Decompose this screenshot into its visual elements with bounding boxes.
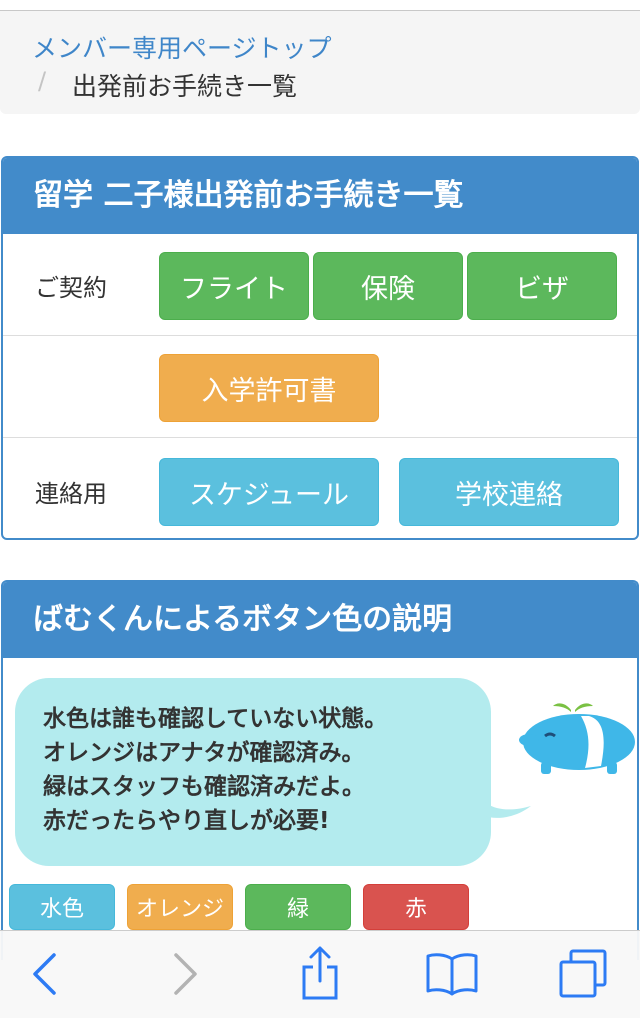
schedule-button[interactable]: スケジュール [159, 458, 379, 526]
explanation-line: 赤だったらやり直しが必要! [43, 808, 330, 834]
tabs-icon [559, 949, 607, 998]
legend-orange-button: オレンジ [127, 884, 233, 930]
row-admission: 入学許可書 [3, 336, 637, 438]
back-button[interactable] [24, 949, 64, 999]
row-label-contract: ご契約 [35, 274, 107, 302]
procedures-panel-title: 留学 二子様出発前お手続き一覧 [3, 158, 637, 234]
explanation-line: 水色は誰も確認していない状態。 [43, 706, 388, 732]
mascot-tapir-icon [519, 703, 635, 774]
legend-cyan-button: 水色 [9, 884, 115, 930]
share-button[interactable] [298, 943, 342, 1003]
chevron-right-icon [174, 953, 197, 995]
speech-bubble-tail [473, 788, 531, 818]
breadcrumb: メンバー専用ページトップ / 出発前お手続き一覧 [0, 11, 640, 114]
bookmarks-button[interactable] [424, 949, 480, 999]
explanation-panel: ばむくんによるボタン色の説明 水色は誰も確認していない状態。 オレンジはアナタが… [1, 580, 639, 960]
breadcrumb-link-member-top[interactable]: メンバー専用ページトップ [32, 29, 332, 65]
school-contact-button[interactable]: 学校連絡 [399, 458, 619, 526]
explanation-line: 緑はスタッフも確認済みだよ。 [43, 774, 365, 800]
tabs-button[interactable] [556, 947, 610, 1001]
browser-toolbar [0, 930, 640, 1018]
explanation-panel-title: ばむくんによるボタン色の説明 [3, 582, 637, 658]
flight-button[interactable]: フライト [159, 252, 309, 320]
forward-button[interactable] [166, 949, 206, 999]
admission-letter-button[interactable]: 入学許可書 [159, 354, 379, 422]
breadcrumb-separator: / [38, 67, 47, 95]
share-icon [302, 946, 338, 1000]
legend-red-button: 赤 [363, 884, 469, 930]
insurance-button[interactable]: 保険 [313, 252, 463, 320]
legend-green-button: 緑 [245, 884, 351, 930]
breadcrumb-current: 出発前お手続き一覧 [72, 72, 298, 101]
row-contact: 連絡用 スケジュール 学校連絡 [3, 438, 637, 538]
bookmarks-icon [426, 953, 478, 996]
visa-button[interactable]: ビザ [467, 252, 617, 320]
row-label-contact: 連絡用 [35, 480, 107, 508]
chevron-left-icon [33, 953, 56, 995]
speech-bubble: 水色は誰も確認していない状態。 オレンジはアナタが確認済み。 緑はスタッフも確認… [15, 678, 491, 866]
explanation-line: オレンジはアナタが確認済み。 [43, 740, 365, 766]
row-contract: ご契約 フライト 保険 ビザ [3, 234, 637, 336]
procedures-panel: 留学 二子様出発前お手続き一覧 ご契約 フライト 保険 ビザ 入学許可書 連絡用… [1, 156, 639, 540]
